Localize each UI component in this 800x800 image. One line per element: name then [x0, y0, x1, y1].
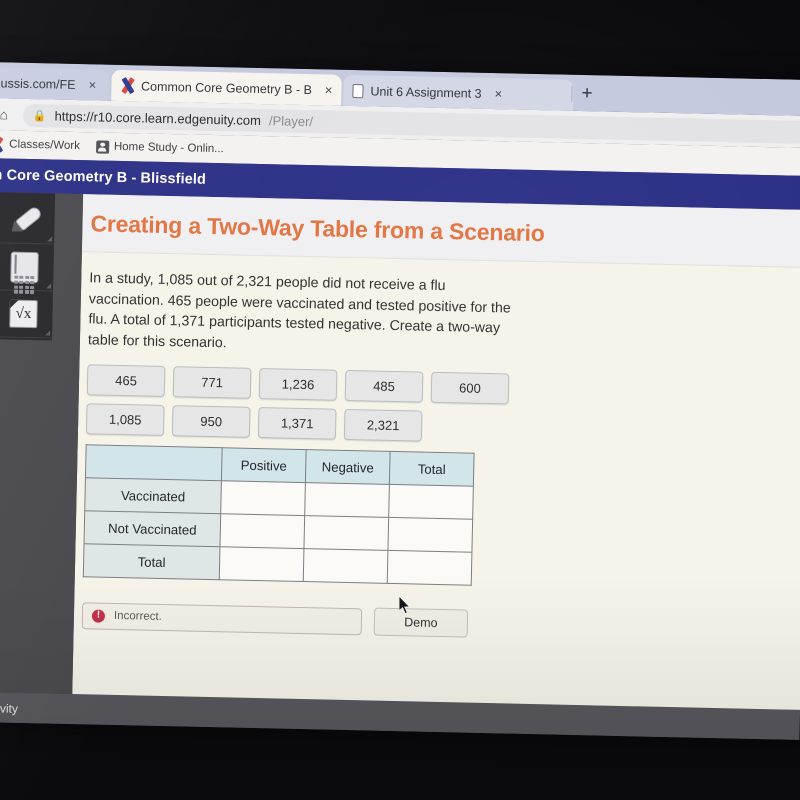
lesson-footer: ! Incorrect. Demo [81, 601, 790, 644]
edgenuity-x-icon [0, 135, 4, 153]
browser-window: 0.geniussis.com/FE × Common Core Geometr… [0, 62, 800, 740]
answer-tile[interactable]: 600 [430, 371, 510, 405]
page-title: Creating a Two-Way Table from a Scenario [90, 210, 545, 247]
new-tab-button[interactable]: + [581, 83, 593, 104]
two-way-table: Positive Negative Total Vaccinated Not V… [83, 444, 475, 586]
bookmark-home-study[interactable]: Home Study - Onlin... [95, 139, 232, 156]
table-drop-cell[interactable] [388, 484, 474, 520]
lesson-content: In a study, 1,085 out of 2,321 people di… [74, 252, 800, 645]
alert-icon: ! [91, 608, 106, 623]
answer-tile-row-2: 1,085 950 1,371 2,321 [85, 403, 795, 449]
table-drop-cell[interactable] [219, 546, 304, 582]
tool-panel: √x [0, 192, 56, 341]
answer-tile[interactable]: 950 [171, 405, 251, 438]
url-path-text: /Player/ [268, 112, 314, 129]
table-drop-cell[interactable] [220, 480, 306, 516]
table-column-header-negative: Negative [305, 449, 391, 485]
table-row-label-not-vaccinated: Not Vaccinated [84, 510, 221, 547]
table-row-label-total: Total [83, 543, 220, 580]
photo-of-screen: 0.geniussis.com/FE × Common Core Geometr… [0, 0, 800, 800]
browser-tab-2-title: Unit 6 Assignment 3 [370, 83, 482, 101]
answer-tile[interactable]: 2,321 [343, 408, 423, 442]
browser-tab-1[interactable]: Common Core Geometry B - Bliss × [111, 69, 342, 106]
table-drop-cell[interactable] [219, 513, 305, 549]
table-row-label-vaccinated: Vaccinated [84, 477, 222, 514]
table-column-header-total: Total [389, 451, 475, 487]
calculator-icon [10, 251, 39, 294]
table-row: Total [83, 543, 472, 586]
feedback-banner: ! Incorrect. [81, 601, 363, 635]
browser-tab-0-close-icon[interactable]: × [88, 77, 96, 92]
browser-tab-0[interactable]: 0.geniussis.com/FE × [0, 66, 110, 101]
formula-tool[interactable]: √x [0, 290, 54, 339]
bookmark-classes-work-label: Classes/Work [9, 138, 81, 153]
browser-tab-0-title: 0.geniussis.com/FE [0, 75, 76, 92]
table-drop-cell[interactable] [303, 548, 388, 584]
lesson-player: √x Creating a Two-Way Table from a Scena… [0, 191, 800, 710]
highlighter-icon [6, 204, 43, 237]
highlighter-tool[interactable] [0, 196, 56, 245]
browser-tab-1-title: Common Core Geometry B - Bliss [140, 78, 313, 97]
answer-tile-bank: 465 771 1,236 485 600 1,085 950 1,371 2,… [85, 364, 796, 449]
person-card-icon [95, 139, 110, 154]
lock-icon: 🔒 [32, 109, 47, 122]
bookmark-classes-work[interactable]: Classes/Work [0, 135, 88, 154]
answer-tile[interactable]: 771 [172, 366, 252, 399]
table-drop-cell[interactable] [304, 482, 390, 518]
demo-button[interactable]: Demo [373, 607, 469, 638]
course-banner-title: mon Core Geometry B - Blissfield [0, 166, 207, 188]
document-icon [352, 83, 364, 98]
url-text: https://r10.core.learn.edgenuity.com [54, 108, 262, 128]
feedback-text: Incorrect. [113, 609, 163, 623]
table-drop-cell[interactable] [387, 517, 473, 553]
tool-rail: √x [0, 191, 84, 695]
bookmark-home-study-label: Home Study - Onlin... [113, 140, 224, 156]
browser-tab-2-close-icon[interactable]: × [494, 86, 502, 101]
answer-tile[interactable]: 1,371 [257, 407, 337, 440]
answer-tile[interactable]: 1,085 [85, 403, 165, 436]
formula-icon: √x [9, 299, 38, 329]
table-column-header-positive: Positive [221, 447, 307, 483]
question-prompt: In a study, 1,085 out of 2,321 people di… [87, 270, 511, 351]
calculator-tool[interactable] [0, 243, 55, 294]
answer-tile[interactable]: 1,236 [258, 368, 338, 401]
edgenuity-x-icon [120, 77, 135, 95]
table-drop-cell[interactable] [387, 550, 472, 586]
table-drop-cell[interactable] [303, 515, 389, 551]
answer-tile[interactable]: 485 [344, 369, 424, 403]
answer-tile[interactable]: 465 [86, 364, 166, 397]
previous-activity-button[interactable]: ous Activity [0, 701, 18, 716]
answer-tile-row-1: 465 771 1,236 485 600 [86, 364, 796, 410]
home-icon[interactable]: ⌂ [0, 106, 17, 123]
browser-tab-1-close-icon[interactable]: × [325, 82, 333, 97]
browser-tab-2[interactable]: Unit 6 Assignment 3 × [343, 74, 574, 111]
lesson-card: Creating a Two-Way Table from a Scenario… [72, 194, 800, 710]
table-corner-cell [85, 444, 223, 481]
